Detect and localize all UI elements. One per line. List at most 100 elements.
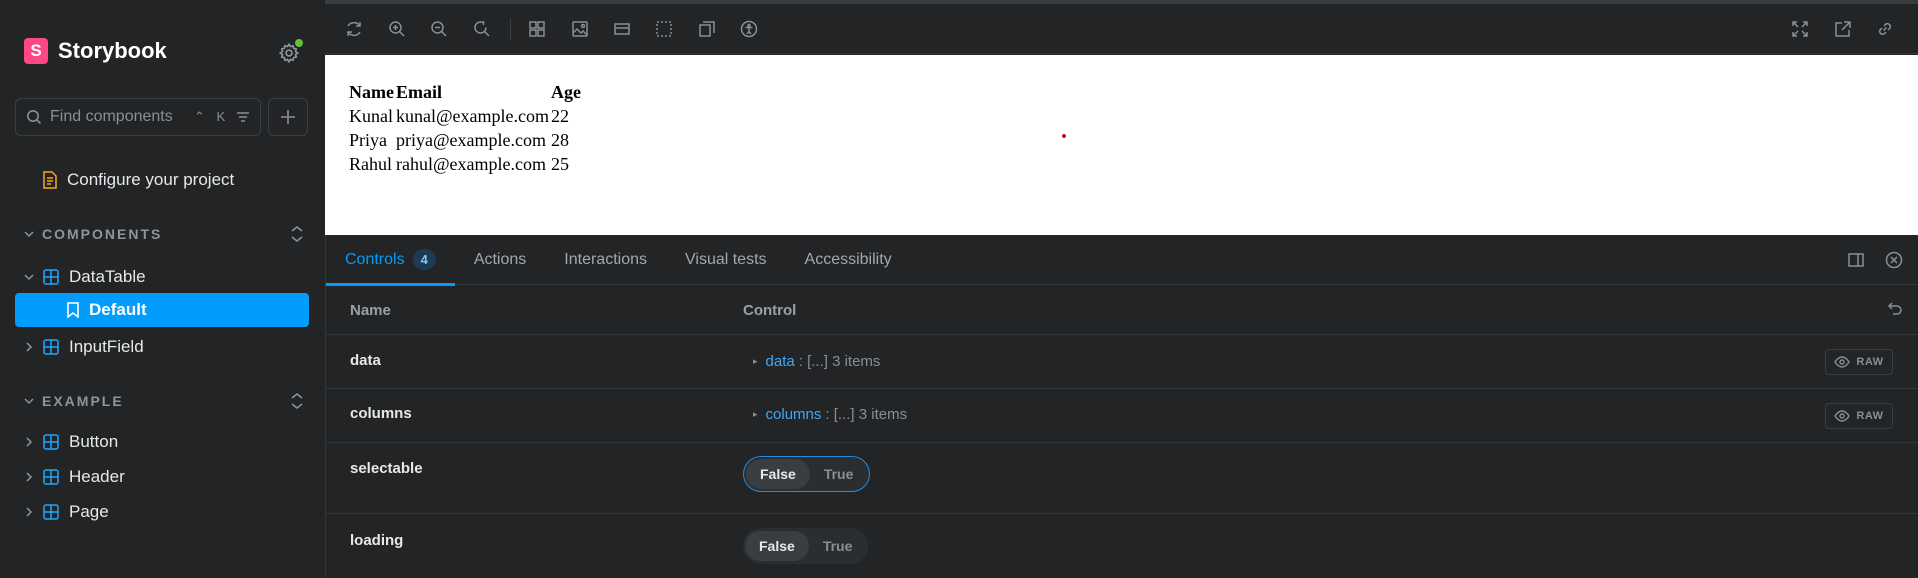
control-row-data: data ▸ data : [...] 3 items RAW: [326, 336, 1918, 389]
sidebar-item-label: Header: [69, 467, 125, 486]
tab-label: Controls: [345, 250, 405, 268]
reset-icon[interactable]: [1887, 301, 1903, 317]
table-row: Rahul rahul@example.com 25: [349, 154, 581, 175]
chevron-right-icon: [26, 342, 33, 352]
zoom-reset-button[interactable]: [471, 18, 493, 40]
control-name: columns: [350, 405, 412, 422]
expand-collapse-icon[interactable]: [290, 392, 304, 410]
raw-label: RAW: [1856, 356, 1884, 368]
reload-icon: [347, 21, 361, 37]
component-icon: [43, 504, 59, 520]
caret-right-icon: ▸: [753, 409, 758, 419]
panel-actions: [1847, 251, 1903, 269]
raw-button[interactable]: RAW: [1825, 403, 1893, 429]
preview-toolbar: [325, 4, 1918, 54]
copy-link-button[interactable]: [1874, 18, 1896, 40]
control-name: data: [350, 352, 381, 369]
data-table: Name Email Age Kunal kunal@example.com 2…: [347, 79, 583, 178]
tab-interactions[interactable]: Interactions: [545, 235, 666, 285]
table-cell: 25: [551, 154, 570, 174]
column-control-header: Control: [743, 302, 797, 319]
sidebar-item-header[interactable]: Header: [0, 460, 325, 494]
column-header: Age: [551, 82, 582, 102]
sidebar-item-datatable[interactable]: DataTable: [0, 260, 325, 294]
object-control[interactable]: ▸ columns : [...] 3 items: [753, 406, 907, 423]
table-cell: Priya: [349, 130, 387, 150]
background-button[interactable]: [569, 18, 591, 40]
measure-icon: [699, 21, 715, 37]
section-example[interactable]: EXAMPLE: [24, 393, 304, 409]
configure-project-link[interactable]: Configure your project: [42, 170, 234, 190]
eye-icon: [1834, 356, 1851, 368]
section-components[interactable]: COMPONENTS: [24, 226, 304, 242]
eye-icon: [1834, 410, 1851, 422]
table-cell: priya@example.com: [395, 130, 547, 150]
control-row-loading: loading False True: [326, 514, 1918, 578]
panel-orientation-icon[interactable]: [1847, 251, 1865, 269]
boolean-toggle[interactable]: False True: [743, 456, 871, 492]
copy-link-icon: [1878, 22, 1892, 36]
control-name: loading: [350, 532, 404, 549]
caret-right-icon: ▸: [753, 356, 758, 366]
control-row-columns: columns ▸ columns : [...] 3 items RAW: [326, 389, 1918, 443]
outline-button[interactable]: [653, 18, 675, 40]
zoom-out-button[interactable]: [428, 18, 450, 40]
search-icon: [27, 110, 42, 125]
component-icon: [43, 434, 59, 450]
sidebar: S Storybook ⌃ K Configure your project C…: [0, 0, 325, 578]
accessibility-button[interactable]: [738, 18, 760, 40]
close-icon[interactable]: [1885, 251, 1903, 269]
tab-actions[interactable]: Actions: [455, 235, 545, 285]
controls-header: Name Control: [326, 285, 1918, 335]
grid-button[interactable]: [526, 18, 548, 40]
component-icon: [43, 469, 59, 485]
sidebar-item-page[interactable]: Page: [0, 495, 325, 529]
chevron-right-icon: [26, 507, 33, 517]
tab-label: Accessibility: [804, 250, 892, 268]
measure-button[interactable]: [696, 18, 718, 40]
expand-collapse-icon[interactable]: [290, 225, 304, 243]
reload-button[interactable]: [343, 18, 365, 40]
count-badge: 4: [412, 249, 436, 270]
fullscreen-button[interactable]: [1789, 18, 1811, 40]
table-header-row: Name Email Age: [349, 82, 581, 103]
zoom-in-icon: [389, 21, 405, 37]
notification-dot: [295, 39, 303, 47]
object-summary: : [...] 3 items: [798, 353, 881, 370]
boolean-toggle[interactable]: False True: [743, 528, 869, 564]
control-name: selectable: [350, 460, 423, 477]
tab-accessibility[interactable]: Accessibility: [786, 235, 911, 285]
grid-icon: [529, 21, 545, 37]
viewport-button[interactable]: [611, 18, 633, 40]
storybook-logo-icon: S: [24, 38, 48, 64]
toggle-option-true[interactable]: True: [809, 531, 867, 561]
tab-controls[interactable]: Controls 4: [326, 235, 455, 286]
tab-visual-tests[interactable]: Visual tests: [666, 235, 786, 285]
toggle-option-false[interactable]: False: [745, 531, 809, 561]
create-new-story-button[interactable]: [268, 98, 308, 136]
table-cell: 28: [551, 130, 570, 150]
zoom-reset-icon: [474, 21, 490, 37]
search-input[interactable]: [50, 108, 190, 126]
object-control[interactable]: ▸ data : [...] 3 items: [753, 353, 880, 370]
table-cell: kunal@example.com: [395, 106, 550, 126]
sidebar-story-default[interactable]: Default: [15, 293, 309, 327]
open-new-tab-button[interactable]: [1832, 18, 1854, 40]
column-header: Email: [395, 82, 442, 102]
sidebar-item-button[interactable]: Button: [0, 425, 325, 459]
zoom-out-icon: [431, 21, 447, 37]
settings-button[interactable]: [278, 39, 303, 64]
brand-name: Storybook: [58, 38, 167, 63]
fullscreen-icon: [1792, 21, 1808, 37]
zoom-in-button[interactable]: [386, 18, 408, 40]
filter-button[interactable]: [235, 109, 251, 125]
search-box[interactable]: ⌃ K: [15, 98, 261, 136]
sidebar-item-label: DataTable: [69, 267, 146, 286]
raw-button[interactable]: RAW: [1825, 349, 1893, 375]
sidebar-item-inputfield[interactable]: InputField: [0, 330, 325, 364]
table-cell: Kunal: [349, 106, 393, 126]
brand[interactable]: S Storybook: [24, 38, 167, 64]
story-preview-canvas[interactable]: Name Email Age Kunal kunal@example.com 2…: [325, 55, 1918, 235]
toggle-option-false[interactable]: False: [746, 459, 810, 489]
toggle-option-true[interactable]: True: [810, 459, 868, 489]
